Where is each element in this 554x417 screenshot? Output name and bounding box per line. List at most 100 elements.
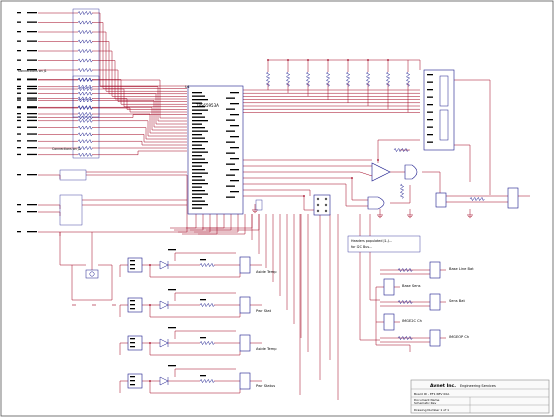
junction-dot: [287, 59, 289, 61]
resistor-symbol: [77, 10, 93, 16]
pin-label-mark: [226, 163, 235, 165]
pin-label-mark: [130, 376, 135, 378]
pin-label-mark: [17, 21, 21, 23]
pin-label-mark: [168, 249, 176, 251]
pin-label-mark: [192, 197, 202, 199]
pin-label-mark: [130, 380, 135, 382]
pin-label-mark: [27, 231, 37, 233]
resistor-symbol: [77, 132, 93, 137]
pin-label-mark: [192, 176, 202, 178]
sensor-label: Base Line Bat: [449, 267, 474, 271]
pin-label-mark: [130, 264, 135, 266]
pin-label-mark: [192, 204, 208, 206]
sensor-label: IMGE2C Ch: [402, 319, 422, 323]
pin-label-mark: [17, 88, 21, 90]
pin-label-mark: [130, 304, 135, 306]
pin-label-mark: [27, 59, 37, 61]
pin-label-mark: [27, 21, 37, 23]
pin-label-mark: [27, 97, 37, 99]
led-symbol: [159, 376, 169, 386]
pin-label-mark: [230, 147, 239, 149]
logic-gate-symbol: [404, 164, 418, 180]
junction-dot: [307, 59, 309, 61]
resistor-symbol: [77, 152, 93, 157]
pin-label-mark: [226, 174, 235, 176]
pin-label-mark: [192, 99, 208, 101]
pin-label-mark: [27, 174, 37, 176]
pin-label-mark: [427, 134, 433, 136]
led-label: Aside Temp: [256, 347, 277, 351]
pin-label-mark: [130, 384, 135, 386]
pin-label-mark: [27, 211, 37, 213]
pin-label-mark: [27, 153, 37, 156]
pin-label-mark: [427, 89, 433, 91]
schematic-sheet: Connections on J1 Connections on J2 U1 T…: [0, 0, 554, 417]
junction-dot: [327, 59, 329, 61]
pin-label-mark: [192, 183, 208, 185]
component-body: [59, 169, 87, 181]
pin-label-mark: [17, 153, 21, 156]
resistor-symbol: [77, 20, 93, 25]
pin-label-mark: [427, 119, 433, 121]
resistor-symbol: [77, 67, 93, 73]
led-symbol: [159, 260, 169, 270]
junction-dot: [149, 380, 151, 382]
title-department: Engineering Services: [460, 384, 496, 388]
pin-label-mark: [27, 85, 37, 88]
resistor-symbol: [77, 139, 93, 144]
resistor-symbol: [77, 111, 93, 117]
pin-label-mark: [192, 148, 205, 150]
pin-label-mark: [17, 97, 21, 99]
pin-label-mark: [27, 140, 37, 142]
pin-label-mark: [130, 260, 135, 262]
comparator-symbol: [371, 162, 391, 182]
pin-label-mark: [130, 342, 135, 344]
pin-label-mark: [230, 103, 239, 105]
component-body: [85, 269, 99, 279]
component-body: [239, 372, 251, 390]
component-body: [429, 329, 441, 347]
pin-label-mark: [27, 133, 37, 135]
header-pin: [316, 197, 320, 201]
pin-label-mark: [27, 12, 37, 14]
resistor-symbol: [399, 183, 405, 199]
pin-label-mark: [17, 140, 21, 142]
pin-label-mark: [130, 300, 135, 302]
pin-label-mark: [27, 88, 37, 90]
pin-label-mark: [27, 116, 37, 118]
pin-label-mark: [17, 231, 21, 233]
pin-label-mark: [27, 31, 37, 33]
pin-label-mark: [226, 185, 235, 187]
pin-label-mark: [192, 127, 205, 129]
pin-label-mark: [226, 108, 235, 110]
pin-label-mark: [27, 79, 37, 81]
annotation-line-2: for I2C Bus...: [351, 245, 372, 249]
title-company: Avnet Inc.: [430, 383, 456, 389]
pin-label-mark: [168, 327, 176, 329]
sensor-label: Base Sens: [402, 284, 421, 288]
component-body: [429, 261, 441, 279]
header-pin: [324, 203, 328, 207]
pin-label-mark: [192, 109, 208, 111]
pin-label-mark: [230, 114, 239, 116]
pin-label-mark: [17, 79, 21, 81]
junction-dot: [303, 195, 305, 197]
connector-group-label-top: Connections on J1: [18, 69, 47, 73]
header-pin: [316, 209, 320, 213]
component-body: [313, 194, 331, 216]
pin-label-mark: [192, 190, 205, 192]
pin-label-mark: [427, 141, 433, 143]
components: [59, 8, 519, 390]
pin-label-mark: [226, 141, 235, 143]
sheet-border: [0, 0, 554, 417]
pin-label-mark: [226, 119, 235, 121]
pin-label-mark: [17, 204, 21, 206]
crystal-symbol: [89, 271, 95, 277]
pin-label-mark: [200, 259, 206, 261]
pin-label-mark: [27, 113, 37, 115]
pin-label-mark: [192, 186, 202, 188]
pin-label-mark: [230, 158, 239, 160]
pin-label-mark: [192, 200, 205, 202]
pin-label-mark: [192, 165, 202, 167]
pin-label-mark: [168, 289, 176, 291]
